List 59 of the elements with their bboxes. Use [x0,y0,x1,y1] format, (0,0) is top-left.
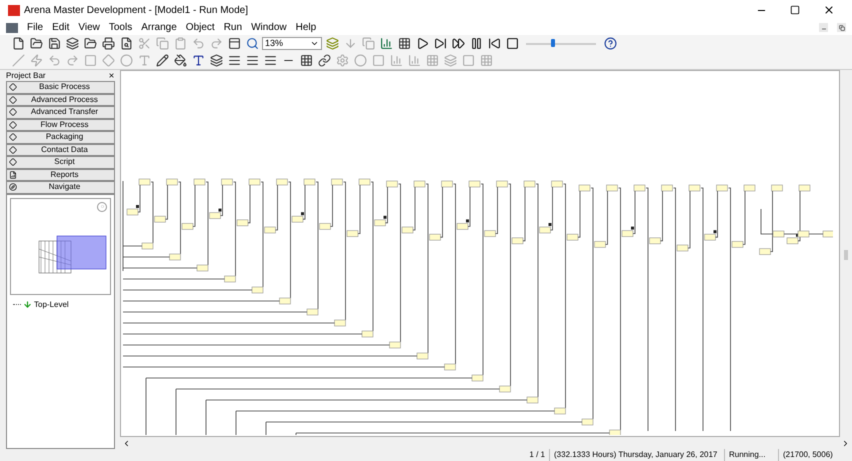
speed-slider[interactable] [526,38,596,48]
save-icon[interactable] [46,36,62,52]
template-panel-tab[interactable]: Advanced Transfer [6,106,115,118]
window-icon[interactable] [226,36,242,52]
open-folder-icon[interactable] [28,36,44,52]
template-panel-tab[interactable]: Script [6,156,115,168]
menu-item[interactable]: View [78,20,100,35]
menu-item[interactable]: Run [224,20,242,35]
template-panel-tab[interactable]: Reports [6,168,115,181]
link-icon[interactable] [316,52,332,68]
arrow-down-icon [23,300,32,309]
menu-item[interactable]: Edit [52,20,70,35]
close-icon[interactable] [108,72,115,79]
model-canvas[interactable] [120,70,840,437]
restore-icon[interactable] [837,23,846,32]
status-page: 1 / 1 [528,449,546,461]
step-icon[interactable] [432,36,448,52]
status-coordinates: (21700, 5006) [778,449,838,461]
template-panel-tab[interactable]: Packaging [6,131,115,144]
menu-item[interactable]: Window [251,20,287,35]
menu-item[interactable]: Help [296,20,316,35]
menu-item[interactable]: Arrange [141,20,177,35]
panel-title: Project Bar [6,70,46,82]
fill-color-icon[interactable] [172,52,188,68]
menu-item[interactable]: Tools [108,20,132,35]
window-title: Arena Master Development - [Model1 - Run Mode] [24,4,248,18]
print-icon[interactable] [100,36,116,52]
menu-item[interactable]: File [27,20,44,35]
help-icon[interactable] [602,36,618,52]
scroll-left-icon[interactable] [122,438,131,448]
open-folder-icon[interactable] [82,36,98,52]
zoom-combo[interactable]: 13% [262,37,322,50]
stop-icon[interactable] [504,36,520,52]
template-panel-tab[interactable]: Basic Process [6,81,115,94]
compass-icon [9,183,17,192]
app-logo-icon [8,4,20,16]
chart-icon[interactable] [378,36,394,52]
fast-forward-icon[interactable] [450,36,466,52]
report-icon [9,170,17,179]
dropdown-caret-icon [310,39,319,48]
document-icon [6,22,18,32]
scroll-right-icon[interactable] [841,438,850,448]
template-panel-tab[interactable]: Advanced Process [6,94,115,106]
tree-connector-icon [13,304,21,305]
template-panel-tab[interactable]: Flow Process [6,118,115,131]
line-color-icon[interactable] [154,52,170,68]
template-panel-tab[interactable]: Contact Data [6,144,115,156]
fill-pattern-icon[interactable] [298,52,314,68]
grid-icon[interactable] [396,36,412,52]
thumbnail-drawing [38,235,106,273]
layers-icon[interactable] [208,52,224,68]
status-state: Running... [724,449,778,461]
tree-item[interactable]: Top-Level [34,298,69,310]
status-time: (332.1333 Hours) Thursday, January 26, 2017 [549,449,724,461]
layers-icon[interactable] [64,36,80,52]
menu-item[interactable]: Object [186,20,215,35]
template-panel-tab[interactable]: Navigate [6,181,115,194]
start-icon[interactable] [486,36,502,52]
zoom-icon[interactable] [244,36,260,52]
